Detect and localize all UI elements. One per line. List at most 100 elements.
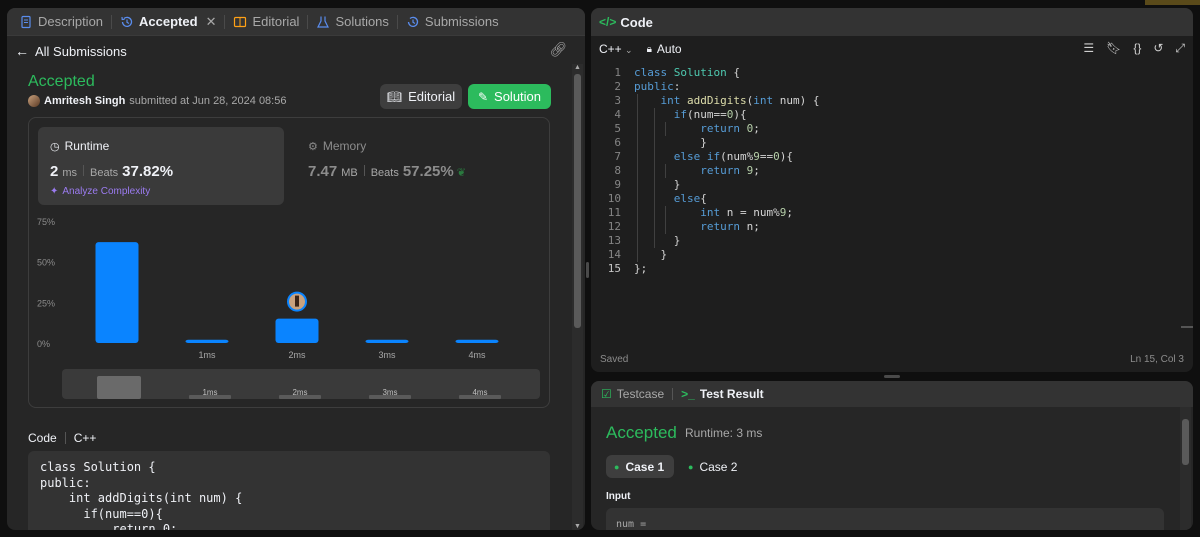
line-number: 8 <box>614 164 621 177</box>
bookmark-icon[interactable]: 🔖︎ <box>1106 41 1121 56</box>
tab-solutions[interactable]: Solutions <box>310 8 394 36</box>
runtime-beats-percent: 37.82% <box>122 163 174 180</box>
tab-label: Accepted <box>139 14 198 29</box>
memory-box[interactable]: ⚙ Memory 7.47 MB Beats 57.25% ❦ <box>296 127 542 205</box>
close-icon[interactable]: ✕ <box>206 14 217 30</box>
line-number: 6 <box>614 136 621 149</box>
back-to-submissions[interactable]: ← All Submissions 🔗︎ <box>15 41 575 61</box>
tab-submissions[interactable]: Submissions <box>400 8 505 36</box>
vertical-resize-handle[interactable] <box>586 262 589 278</box>
checkbox-icon: ☑ <box>601 387 612 401</box>
chart-svg: 75% 50% 25% 0% 1ms 2ms 3ms 4ms <box>37 217 499 360</box>
analyze-label: Analyze Complexity <box>62 186 151 197</box>
tab-editorial[interactable]: Editorial <box>227 8 305 36</box>
avatar[interactable] <box>28 95 40 107</box>
tab-label: Submissions <box>424 14 499 29</box>
braces-icon[interactable]: {} <box>1133 41 1141 56</box>
line-number: 15 <box>607 262 621 275</box>
memory-number: 7.47 <box>308 163 338 180</box>
runtime-value: 2 ms Beats 37.82% <box>50 163 173 180</box>
author-name[interactable]: Amritesh Singh <box>44 95 125 107</box>
code-editor-panel: </> Code C++ ⌄ 🔒︎ Auto ☰ 🔖︎ {} ↺ ⤢ 123456… <box>591 8 1193 372</box>
line-number: 11 <box>607 206 621 219</box>
expand-icon[interactable]: ⤢ <box>1175 41 1185 56</box>
bar <box>95 242 139 343</box>
code-preview-text: class Solution { public: int addDigits(i… <box>40 460 243 530</box>
line-number: 13 <box>607 234 621 247</box>
divider <box>672 388 674 400</box>
input-value: num = <box>616 519 647 530</box>
terminal-icon: >_ <box>681 387 695 401</box>
runtime-number: 2 <box>50 163 59 180</box>
top-accent-bar <box>1145 0 1200 5</box>
scroll-up-icon[interactable]: ▲ <box>574 64 581 71</box>
submitter-info: Amritesh Singh submitted at Jun 28, 2024… <box>28 95 286 107</box>
scrollbar-thumb[interactable] <box>1182 419 1189 465</box>
tab-testcase[interactable]: ☑ Testcase <box>601 387 664 401</box>
result-tabs: ☑ Testcase >_ Test Result <box>591 381 1193 407</box>
beats-label: Beats <box>370 167 399 179</box>
scrollbar[interactable]: ▲ ▼ <box>572 64 583 530</box>
divider <box>64 432 66 444</box>
reset-icon[interactable]: ↺ <box>1153 41 1163 56</box>
format-icon[interactable]: ☰ <box>1083 41 1094 56</box>
range-selector[interactable]: 1ms 2ms 3ms 4ms <box>62 369 540 399</box>
result-status: Accepted <box>606 423 677 442</box>
line-number: 14 <box>607 248 621 261</box>
scroll-down-icon[interactable]: ▼ <box>574 523 581 530</box>
x-tick-label: 2ms <box>288 350 306 360</box>
tab-accepted[interactable]: Accepted ✕ <box>114 8 222 36</box>
x-tick-label: 1ms <box>198 350 216 360</box>
line-number: 9 <box>614 178 621 191</box>
auto-mode-toggle[interactable]: 🔒︎ Auto <box>647 42 682 56</box>
case-1-tab[interactable]: ● Case 1 <box>606 455 675 478</box>
code-panel-header: </> Code <box>591 8 1193 36</box>
editorial-button-label: Editorial <box>408 89 456 104</box>
editorial-button[interactable]: 📖︎ Editorial <box>380 84 462 109</box>
test-result-panel: ☑ Testcase >_ Test Result Accepted Runti… <box>591 381 1193 530</box>
analyze-complexity-link[interactable]: ✦ Analyze Complexity <box>50 186 150 197</box>
document-icon <box>21 15 31 28</box>
memory-unit: MB <box>341 167 358 179</box>
code-editor[interactable]: 1 2 3 4 5 6 7 8 9 10 11 12 13 14 15 class Solution { p… <box>591 66 1193 336</box>
code-section-header: Code C++ <box>28 431 96 445</box>
bar <box>275 318 319 343</box>
tab-description[interactable]: Description <box>13 8 109 36</box>
scrollbar-thumb[interactable] <box>574 74 581 328</box>
line-number: 1 <box>614 66 621 79</box>
language-select[interactable]: C++ ⌄ <box>599 42 633 56</box>
performance-card: ◷ Runtime 2 ms Beats 37.82% ✦ Analyze Co… <box>28 117 550 408</box>
y-tick-label: 75% <box>37 217 55 227</box>
tab-test-result[interactable]: >_ Test Result <box>681 387 763 401</box>
mode-label: Auto <box>656 42 682 56</box>
panel-tabs: Description Accepted ✕ Editorial Solutio… <box>7 8 585 36</box>
pass-dot-icon: ● <box>688 461 694 472</box>
submission-status: Accepted <box>28 73 95 90</box>
range-selector-svg: 1ms 2ms 3ms 4ms <box>97 376 501 399</box>
tab-label: Editorial <box>252 14 300 29</box>
history-icon <box>407 16 419 27</box>
language-value: C++ <box>599 42 622 56</box>
edit-icon: ✎ <box>477 89 489 104</box>
solution-button[interactable]: ✎ Solution <box>468 84 551 109</box>
arrow-left-icon: ← <box>15 43 29 59</box>
submitted-time: submitted at Jun 28, 2024 08:56 <box>129 95 287 107</box>
range-tick-label: 3ms <box>382 388 397 397</box>
line-number: 7 <box>614 150 621 163</box>
runtime-box[interactable]: ◷ Runtime 2 ms Beats 37.82% ✦ Analyze Co… <box>38 127 284 205</box>
tab-divider <box>396 14 398 29</box>
chevron-down-icon: ⌄ <box>625 45 633 55</box>
link-icon[interactable]: 🔗︎ <box>549 41 567 58</box>
editor-status-bar: Saved Ln 15, Col 3 <box>591 346 1193 372</box>
x-tick-label: 4ms <box>468 350 486 360</box>
divider <box>363 165 365 176</box>
result-scrollbar[interactable] <box>1180 407 1191 530</box>
horizontal-resize-handle[interactable] <box>884 375 900 378</box>
bar <box>185 339 229 343</box>
case-2-tab[interactable]: ● Case 2 <box>680 455 747 478</box>
tab-label: Description <box>38 14 104 29</box>
memory-label: ⚙ Memory <box>308 139 366 153</box>
sparkle-icon: ✦ <box>50 186 59 197</box>
y-tick-label: 25% <box>37 298 55 308</box>
solution-button-label: Solution <box>494 89 542 104</box>
